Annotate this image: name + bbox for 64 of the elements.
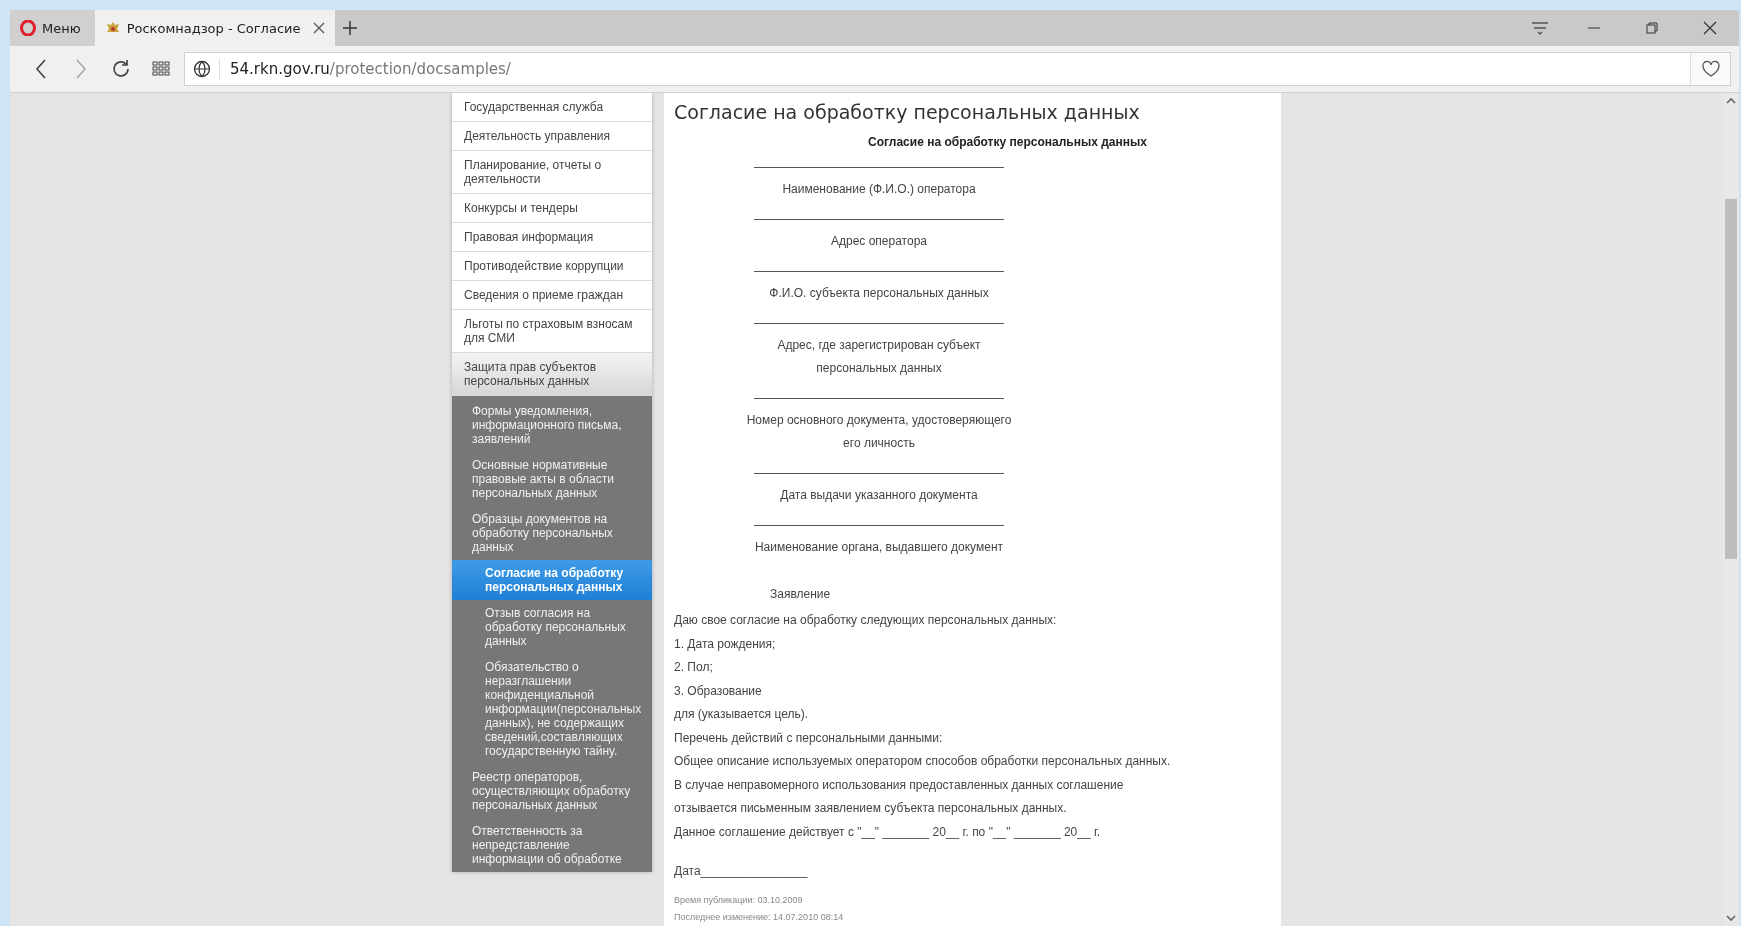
document-text: Даю свое согласие на обработку следующих персональных данных: xyxy=(674,612,1058,629)
sidebar-subitem[interactable]: Отзыв согласия на обработку персональных данных xyxy=(452,600,652,654)
field-label: Адрес, где зарегистрирован субъект xyxy=(776,337,982,354)
back-icon xyxy=(35,59,47,79)
sidebar-item[interactable]: Правовая информация xyxy=(452,223,652,252)
sidebar-subitem[interactable]: Ответственность за непредставление информации об обработке xyxy=(452,818,652,872)
menu-button[interactable]: Меню xyxy=(10,10,95,46)
sidebar-subitem[interactable]: Основные нормативные правовые акты в области персональных данных xyxy=(452,452,652,506)
close-icon xyxy=(1703,21,1717,35)
heart-icon xyxy=(1700,60,1721,78)
field-label: Ф.И.О. субъекта персональных данных xyxy=(768,285,990,302)
sidebar-item[interactable]: Сведения о приеме граждан xyxy=(452,281,652,310)
browser-tab[interactable]: Роскомнадзор - Согласие xyxy=(94,10,335,46)
modified-date: Последнее изменение: 14.07.2010 08:14 xyxy=(674,911,845,924)
document-text: 3. Образование xyxy=(674,682,763,700)
date-line: Дата________________ xyxy=(674,864,809,878)
lines-caret-icon xyxy=(1531,20,1549,36)
document-text: 1. Дата рождения; xyxy=(674,635,777,653)
field-label: Наименование органа, выдавшего документ xyxy=(753,539,1005,556)
scroll-up-icon[interactable] xyxy=(1726,97,1736,105)
field-label: Дата выдачи указанного документа xyxy=(779,487,979,504)
minimize-icon xyxy=(1588,27,1600,29)
sidebar-subitem[interactable]: Реестр операторов, осуществляющих обработку персональных данных xyxy=(452,764,652,818)
address-bar[interactable]: 54.rkn.gov.ru/protection/docsamples/ xyxy=(184,52,1731,86)
reload-icon xyxy=(110,58,132,80)
scroll-down-icon[interactable] xyxy=(1726,914,1736,922)
globe-icon xyxy=(193,60,211,78)
scrollbar[interactable] xyxy=(1723,93,1739,926)
forward-icon xyxy=(75,59,87,79)
grid-icon xyxy=(152,61,170,77)
field-label: его личность xyxy=(842,435,916,452)
document-text: В случае неправомерного использования предоставленных данных соглашение xyxy=(674,776,1125,794)
tab-title: Роскомнадзор - Согласие xyxy=(126,20,302,36)
field-label: персональных данных xyxy=(815,360,943,377)
document-title: Согласие на обработку персональных данных xyxy=(867,135,1148,149)
sidebar-item[interactable]: Противодействие коррупции xyxy=(452,252,652,281)
sidebar-subitem[interactable]: Формы уведомления, информационного письма, заявлений xyxy=(452,398,652,452)
document-text: для (указывается цель). xyxy=(674,706,809,723)
restore-icon xyxy=(1646,22,1658,34)
field-label: Наименование (Ф.И.О.) оператора xyxy=(781,181,977,198)
sidebar-subitem[interactable]: Согласие на обработку персональных данных xyxy=(452,560,652,600)
page-heading: Согласие на обработку персональных данных xyxy=(674,101,1141,123)
sidebar-subitem[interactable]: Обязательство о неразглашении конфиденциальной информации(персональных данных), не содержащих сведений,составляющих государственную тайну. xyxy=(452,654,652,764)
sidebar-item[interactable]: Планирование, отчеты о деятельности xyxy=(452,151,652,194)
opera-logo-icon xyxy=(20,20,36,36)
sidebar-item[interactable]: Защита прав субъектов персональных данных xyxy=(452,353,652,396)
document-text: Перечень действий с персональными данными: xyxy=(674,729,944,747)
document-text: 2. Пол; xyxy=(674,659,714,676)
document-text: Данное соглашение действует с "__" _______ 20__ г. по "__" _______ 20__ г. xyxy=(674,823,1102,841)
favorite-button[interactable] xyxy=(1690,53,1730,85)
field-label: Номер основного документа, удостоверяющего xyxy=(745,412,1013,429)
sidebar-item[interactable]: Конкурсы и тендеры xyxy=(452,194,652,223)
field-label: Адрес оператора xyxy=(830,233,928,250)
sidebar-item[interactable]: Льготы по страховым взносам для СМИ xyxy=(452,310,652,353)
publication-date: Время публикации: 03.10.2009 xyxy=(674,894,804,907)
document-text: отзывается письменным заявлением субъекта персональных данных. xyxy=(674,800,1068,817)
plus-icon xyxy=(341,20,358,36)
document-text: Общее описание используемых оператором способов обработки персональных данных. xyxy=(674,753,1172,770)
sidebar-item[interactable]: Деятельность управления xyxy=(452,122,652,151)
close-icon[interactable] xyxy=(312,22,325,34)
sidebar-subitem[interactable]: Образцы документов на обработку персональных данных xyxy=(452,506,652,560)
statement-title: Заявление xyxy=(770,587,832,601)
url-text: 54.rkn.gov.ru/protection/docsamples/ xyxy=(219,59,511,79)
sidebar-item[interactable]: Государственная служба xyxy=(452,93,652,122)
